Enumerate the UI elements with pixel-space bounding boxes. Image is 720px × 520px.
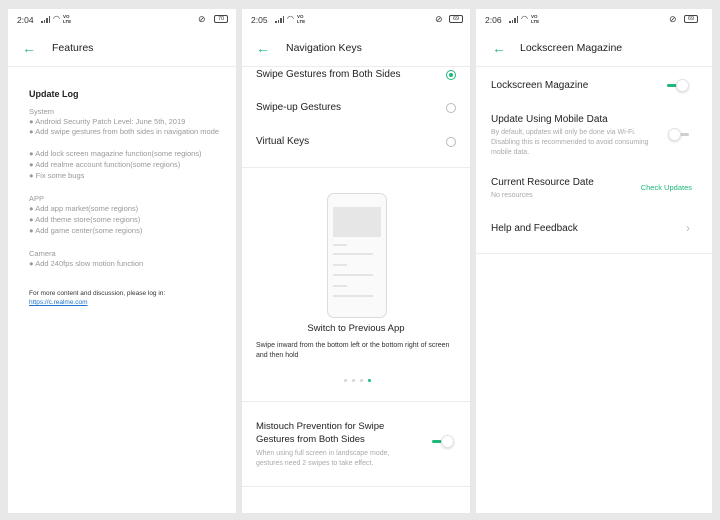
- section-label-app: APP: [29, 194, 45, 203]
- nav-option-swipe-up[interactable]: Swipe-up Gestures: [256, 98, 456, 120]
- status-bar: 2:05 ◠ VO LTE ⊘ 69: [242, 9, 470, 31]
- mistouch-description: When using full screen in landscape mode…: [256, 450, 390, 467]
- volte-icon: VO LTE: [531, 14, 540, 24]
- battery-icon: 69: [684, 15, 698, 23]
- section-label-camera: Camera: [29, 249, 56, 258]
- title-bar: ← Features: [8, 31, 236, 67]
- divider: [242, 401, 470, 402]
- navigation-keys-screen: 2:05 ◠ VO LTE ⊘ 69 ← Navigation Keys Swip…: [242, 9, 470, 513]
- list-item: ● Add game center(some regions): [29, 226, 143, 235]
- back-arrow-icon[interactable]: ←: [256, 41, 270, 55]
- nav-option-label: Virtual Keys: [256, 136, 310, 147]
- status-bar: 2:06 ◠ VO LTE ⊘ 69: [476, 9, 712, 31]
- list-item: ● Add theme store(some regions): [29, 215, 141, 224]
- radio-selected-icon[interactable]: [446, 70, 456, 80]
- battery-icon: 69: [449, 15, 463, 23]
- page-dot: [344, 379, 347, 382]
- list-item: ● Fix some bugs: [29, 171, 85, 180]
- title-bar: ← Navigation Keys: [242, 31, 470, 67]
- mistouch-toggle[interactable]: [432, 435, 454, 449]
- signal-icon: [509, 16, 518, 23]
- mute-icon: ⊘: [198, 14, 206, 24]
- features-screen: 2:04 ◠ VO LTE ⊘ 70 ← Features Update Log …: [8, 9, 236, 513]
- help-feedback-item[interactable]: Help and Feedback: [491, 223, 578, 234]
- page-dot: [352, 379, 355, 382]
- divider: [242, 167, 470, 168]
- mobile-data-toggle[interactable]: [668, 128, 690, 142]
- title-bar: ← Lockscreen Magazine: [476, 31, 712, 67]
- list-item: ● Add realme account function(some regio…: [29, 160, 181, 169]
- mobile-data-description: By default, updates will only be done vi…: [491, 129, 649, 156]
- mobile-data-label: Update Using Mobile Data: [491, 114, 608, 125]
- radio-unselected-icon[interactable]: [446, 103, 456, 113]
- section-label-system: System: [29, 107, 55, 116]
- status-bar: 2:04 ◠ VO LTE ⊘ 70: [8, 9, 236, 31]
- footer-text: For more content and discussion, please …: [29, 290, 166, 297]
- page-title: Navigation Keys: [286, 42, 362, 54]
- radio-unselected-icon[interactable]: [446, 137, 456, 147]
- resource-date-label: Current Resource Date: [491, 177, 594, 188]
- mistouch-title: Mistouch Prevention for Swipe Gestures f…: [256, 421, 385, 445]
- magazine-label: Lockscreen Magazine: [491, 80, 589, 91]
- page-title: Features: [52, 42, 94, 54]
- wifi-icon: ◠: [521, 14, 528, 23]
- chevron-right-icon[interactable]: ›: [686, 221, 690, 235]
- volte-icon: VO LTE: [63, 14, 72, 24]
- check-updates-button[interactable]: Check Updates: [641, 183, 692, 192]
- demo-description: Swipe inward from the bottom left or the…: [256, 342, 450, 359]
- signal-icon: [41, 16, 50, 23]
- back-arrow-icon[interactable]: ←: [22, 41, 36, 55]
- battery-icon: 70: [214, 15, 228, 23]
- page-dot: [360, 379, 363, 382]
- gesture-demo-illustration: [327, 193, 387, 318]
- resource-date-value: No resources: [491, 192, 533, 199]
- list-item: ● Add 240fps slow motion function: [29, 259, 144, 268]
- page-indicator: [344, 379, 371, 382]
- nav-option-label: Swipe-up Gestures: [256, 102, 342, 113]
- update-log-heading: Update Log: [29, 89, 79, 99]
- list-item: ● Add app market(some regions): [29, 204, 139, 213]
- divider: [242, 486, 470, 487]
- mute-icon: ⊘: [669, 14, 677, 24]
- demo-title: Switch to Previous App: [307, 323, 405, 334]
- back-arrow-icon[interactable]: ←: [492, 41, 506, 55]
- list-item: ● Add swipe gestures from both sides in …: [29, 127, 220, 136]
- signal-icon: [275, 16, 284, 23]
- volte-icon: VO LTE: [297, 14, 306, 24]
- mute-icon: ⊘: [435, 14, 443, 24]
- wifi-icon: ◠: [287, 14, 294, 23]
- nav-option-label: Swipe Gestures from Both Sides: [256, 69, 401, 80]
- magazine-toggle[interactable]: [667, 79, 689, 93]
- list-item: ● Android Security Patch Level: June 5th…: [29, 117, 186, 126]
- status-time: 2:04: [17, 15, 34, 25]
- lockscreen-magazine-screen: 2:06 ◠ VO LTE ⊘ 69 ← Lockscreen Magazine …: [476, 9, 712, 513]
- nav-option-virtual-keys[interactable]: Virtual Keys: [256, 132, 456, 154]
- page-title: Lockscreen Magazine: [520, 42, 623, 54]
- status-time: 2:06: [485, 15, 502, 25]
- divider: [476, 253, 712, 254]
- community-link[interactable]: https://c.realme.com: [29, 299, 88, 306]
- list-item: ● Add lock screen magazine function(some…: [29, 149, 202, 158]
- page-dot-active: [368, 379, 371, 382]
- wifi-icon: ◠: [53, 14, 60, 23]
- status-time: 2:05: [251, 15, 268, 25]
- nav-option-swipe-both-sides[interactable]: Swipe Gestures from Both Sides: [256, 65, 456, 87]
